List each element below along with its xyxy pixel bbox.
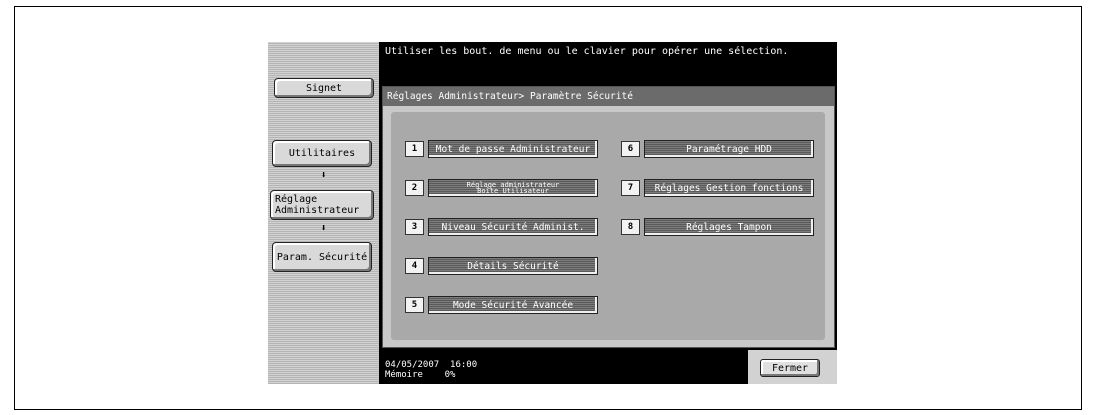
close-area: Fermer [748, 350, 837, 384]
item-label: Boîte Utilisateur [477, 187, 549, 195]
admin-security-level-button[interactable]: Niveau Sécurité Administ. [428, 218, 598, 236]
item-number[interactable]: 6 [621, 141, 640, 157]
security-settings-panel: Réglages Administrateur> Paramètre Sécur… [382, 86, 835, 348]
down-arrow-icon: ⬇ [320, 223, 327, 234]
sidebar: Signet Utilitaires ⬇ Réglage Administrat… [268, 42, 379, 384]
enhanced-security-button[interactable]: Mode Sécurité Avancée [428, 296, 598, 314]
memory-label: Mémoire [385, 370, 423, 380]
stamp-settings-button[interactable]: Réglages Tampon [644, 218, 814, 236]
item-number[interactable]: 2 [405, 180, 424, 196]
item-number[interactable]: 8 [621, 219, 640, 235]
function-management-button[interactable]: Réglages Gestion fonctions [644, 179, 814, 197]
utilities-button[interactable]: Utilitaires [272, 140, 372, 167]
status-bar: 04/05/2007 16:00 Mémoire 0% [385, 360, 477, 380]
control-panel-screen: Signet Utilitaires ⬇ Réglage Administrat… [268, 42, 837, 384]
item-number[interactable]: 1 [405, 141, 424, 157]
item-number[interactable]: 7 [621, 180, 640, 196]
admin-setting-button[interactable]: Réglage Administrateur [270, 190, 374, 220]
user-box-admin-button[interactable]: Réglage administrateur Boîte Utilisateur [428, 179, 598, 197]
memory-value: 0% [444, 370, 456, 380]
hdd-settings-button[interactable]: Paramétrage HDD [644, 140, 814, 158]
down-arrow-icon: ⬇ [320, 170, 327, 181]
security-param-button[interactable]: Param. Sécurité [272, 242, 372, 272]
close-button[interactable]: Fermer [760, 359, 820, 377]
date-display: 04/05/2007 [385, 360, 440, 370]
item-number[interactable]: 5 [405, 297, 424, 313]
menu-area: 1 Mot de passe Administrateur 2 Réglage … [391, 112, 825, 340]
admin-password-button[interactable]: Mot de passe Administrateur [428, 140, 598, 158]
item-number[interactable]: 4 [405, 258, 424, 274]
instruction-message: Utiliser les bout. de menu ou le clavier… [385, 46, 789, 57]
time-display: 16:00 [450, 360, 478, 370]
breadcrumb: Réglages Administrateur> Paramètre Sécur… [383, 87, 834, 106]
item-number[interactable]: 3 [405, 219, 424, 235]
security-details-button[interactable]: Détails Sécurité [428, 257, 598, 275]
bookmark-button[interactable]: Signet [274, 78, 374, 98]
